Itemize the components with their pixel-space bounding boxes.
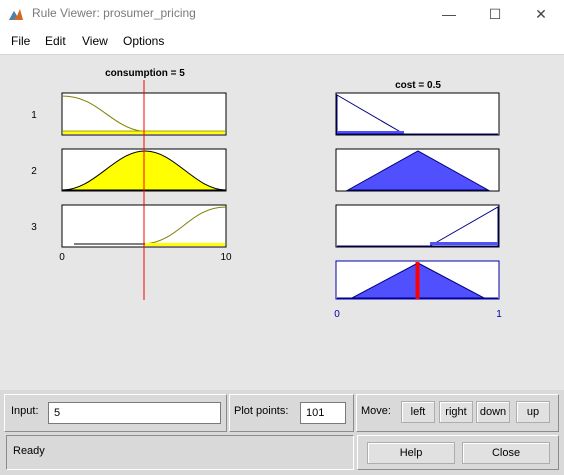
rule-number-3: 3 (31, 222, 37, 233)
input-variable-title: consumption = 5 (105, 68, 185, 79)
maximize-icon: ☐ (488, 5, 502, 22)
menu-bar: File Edit View Options (0, 28, 564, 54)
input-panel: Input: 5 (4, 394, 227, 432)
minimize-button[interactable]: — (426, 0, 472, 28)
menu-view[interactable]: View (82, 34, 108, 48)
plot-points-field[interactable]: 101 (300, 402, 346, 424)
move-down-button[interactable]: down (476, 401, 510, 423)
input-field[interactable]: 5 (48, 402, 221, 424)
input-axis-max-label: 10 (220, 252, 232, 263)
move-label: Move: (361, 405, 391, 417)
close-window-button[interactable]: ✕ (518, 0, 564, 28)
window-title: Rule Viewer: prosumer_pricing (32, 6, 196, 20)
minimize-icon: — (442, 6, 456, 22)
aggregated-output-plot (335, 260, 500, 300)
rule-plot-area: consumption = 5 cost = 0.5 1 2 3 0 10 0 … (0, 55, 564, 390)
plot-points-panel: Plot points: 101 (229, 394, 354, 432)
title-bar: Rule Viewer: prosumer_pricing — ☐ ✕ (0, 0, 564, 28)
maximize-button[interactable]: ☐ (472, 0, 518, 28)
close-icon: ✕ (535, 5, 547, 22)
menu-options[interactable]: Options (123, 34, 164, 48)
output-mf-plot-rule-3 (335, 204, 500, 248)
input-axis-min-label: 0 (59, 252, 65, 263)
action-panel: Help Close (357, 435, 559, 470)
close-button[interactable]: Close (462, 442, 550, 464)
menu-file[interactable]: File (11, 34, 30, 48)
plot-points-label: Plot points: (234, 405, 289, 417)
move-panel: Move: left right down up (356, 394, 559, 432)
status-bar: Ready (6, 435, 354, 470)
output-axis-max-label: 1 (496, 309, 502, 320)
output-mf-plot-rule-2 (335, 148, 500, 192)
status-text: Ready (13, 445, 45, 457)
output-axis-min-label: 0 (334, 309, 340, 320)
menu-edit[interactable]: Edit (45, 34, 66, 48)
controls-area: Input: 5 Plot points: 101 Move: left rig… (0, 390, 564, 475)
move-up-button[interactable]: up (516, 401, 550, 423)
rule-number-2: 2 (31, 166, 37, 177)
move-left-button[interactable]: left (401, 401, 435, 423)
matlab-app-icon (9, 9, 23, 20)
input-label: Input: (11, 405, 39, 417)
output-variable-title: cost = 0.5 (395, 80, 441, 91)
move-right-button[interactable]: right (439, 401, 473, 423)
help-button[interactable]: Help (367, 442, 455, 464)
rule-number-1: 1 (31, 110, 37, 121)
output-mf-plot-rule-1 (335, 92, 500, 136)
